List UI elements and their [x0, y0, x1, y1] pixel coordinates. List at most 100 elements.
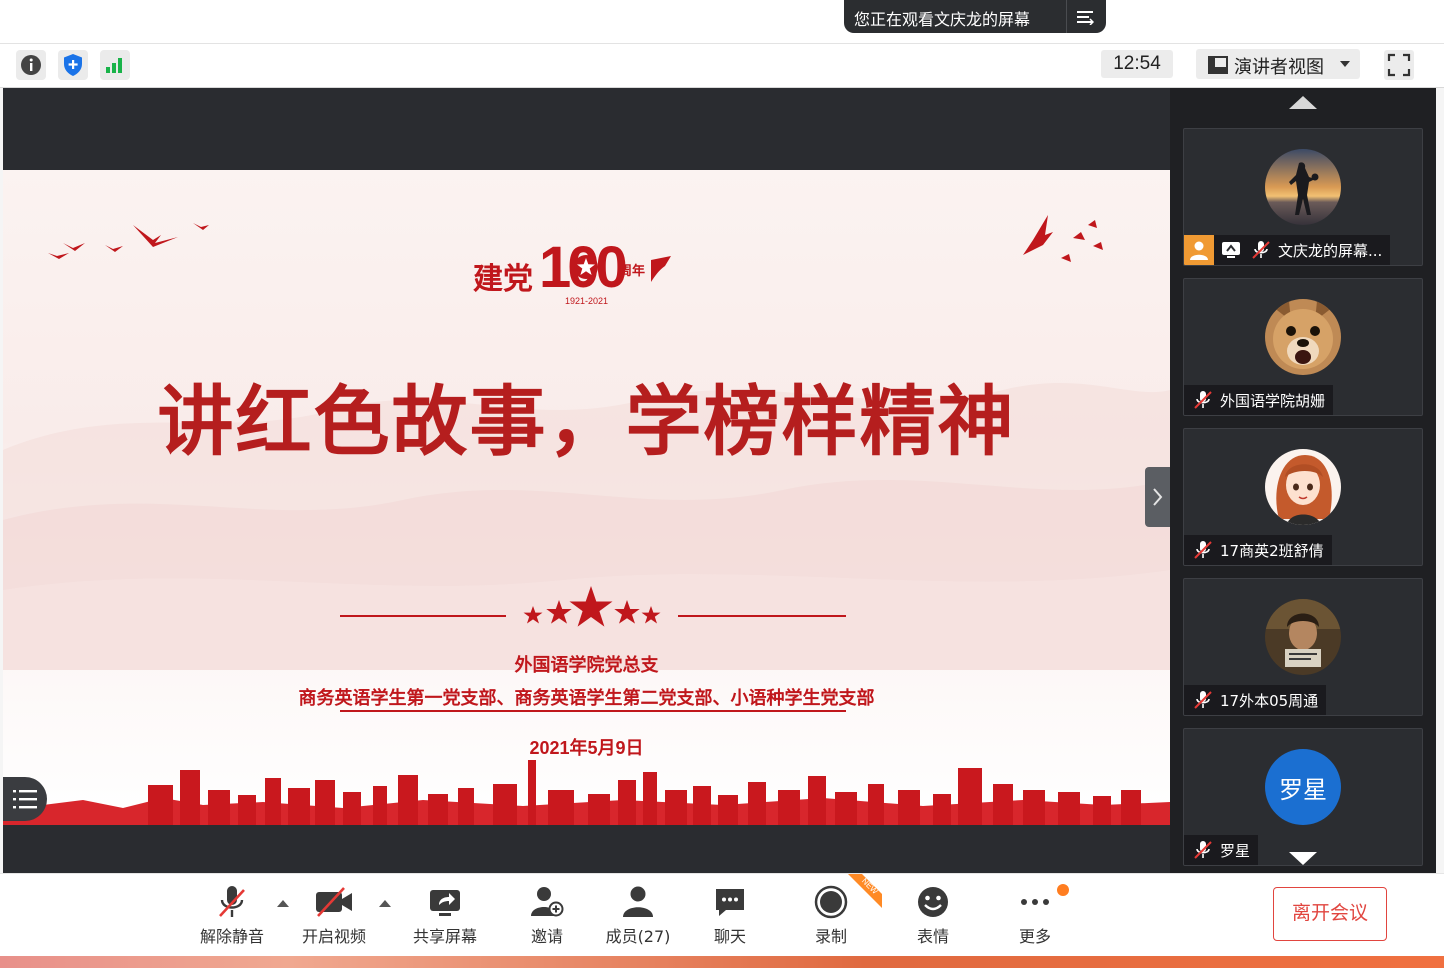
invite-label: 邀请 — [530, 927, 563, 946]
muted-mic-icon — [1194, 391, 1212, 409]
desktop-background-strip — [0, 956, 1444, 968]
info-icon — [21, 55, 41, 75]
participant-card[interactable]: 文庆龙的屏幕... — [1183, 128, 1423, 266]
screen-share-icon — [1222, 242, 1240, 258]
start-video-label: 开启视频 — [301, 927, 366, 946]
logo-text: 建党 — [473, 262, 533, 297]
meeting-window: 您正在观看文庆龙的屏幕 12:54 演讲者视图 建党 周年 1921-2021 … — [0, 0, 1444, 968]
top-strip: 您正在观看文庆龙的屏幕 — [0, 0, 1444, 44]
share-screen-label: 共享屏幕 — [412, 927, 477, 946]
fullscreen-button[interactable] — [1384, 50, 1414, 80]
chat-label: 聊天 — [713, 927, 746, 946]
participant-namebar: 17商英2班舒倩 — [1184, 535, 1332, 565]
emoji-button[interactable]: 表情 — [910, 884, 956, 948]
participant-name: 外国语学院胡姗 — [1220, 391, 1326, 410]
muted-mic-icon — [1194, 691, 1212, 709]
record-icon — [814, 885, 848, 919]
members-icon — [623, 886, 653, 917]
org-line-1: 外国语学院党总支 — [514, 655, 659, 676]
participant-name: 罗星 — [1220, 841, 1251, 860]
bottom-control-bar: 解除静音 开启视频 共享屏幕 邀请 成员(27) 聊天 录制 NEW 表情 更多… — [0, 873, 1444, 956]
fullscreen-icon — [1387, 53, 1411, 77]
signal-icon — [106, 58, 122, 73]
view-mode-dropdown[interactable]: 演讲者视图 — [1196, 49, 1360, 79]
participant-name: 17外本05周通 — [1220, 691, 1319, 710]
title-divider-right — [678, 615, 846, 617]
muted-mic-icon — [219, 886, 245, 917]
avatar — [1265, 149, 1341, 225]
participant-gallery: 文庆龙的屏幕... 外国语学院胡姗 17商英2班舒倩 17外本05周通 罗星 罗… — [1170, 88, 1436, 873]
meeting-clock: 12:54 — [1101, 50, 1173, 78]
star-icon — [574, 255, 598, 279]
participant-card[interactable]: 罗星 罗星 — [1183, 728, 1423, 866]
org-underline — [340, 710, 846, 712]
emoji-label: 表情 — [916, 927, 949, 946]
host-icon — [1184, 235, 1214, 265]
logo-suffix: 周年 — [619, 264, 646, 279]
record-label: 录制 — [814, 927, 847, 946]
chevron-down-icon — [1340, 61, 1350, 67]
birds-left-decoration — [48, 223, 209, 259]
collapse-panel-button[interactable] — [1145, 467, 1170, 527]
leave-meeting-button[interactable]: 离开会议 — [1273, 887, 1387, 941]
avatar — [1265, 299, 1341, 375]
members-button[interactable]: 成员(27) — [602, 884, 674, 948]
network-button[interactable] — [100, 50, 130, 80]
participant-namebar: 文庆龙的屏幕... — [1184, 235, 1391, 265]
slide-title: 讲红色故事，学榜样精神 — [157, 377, 1016, 466]
chat-icon — [716, 889, 744, 916]
presentation-slide: 建党 100 周年 1921-2021 讲红色故事，学榜样精神 — [3, 170, 1170, 825]
screen-share-banner[interactable]: 您正在观看文庆龙的屏幕 — [844, 0, 1106, 33]
video-options-caret[interactable] — [379, 900, 391, 907]
more-icon — [1021, 899, 1049, 905]
participant-name: 文庆龙的屏幕... — [1278, 241, 1383, 260]
add-user-icon — [531, 887, 564, 917]
participant-namebar: 罗星 — [1184, 835, 1259, 865]
list-icon — [13, 790, 37, 809]
participant-name: 17商英2班舒倩 — [1220, 541, 1324, 560]
chevron-right-icon — [1153, 488, 1163, 506]
video-off-icon — [316, 887, 352, 917]
info-button[interactable] — [16, 50, 46, 80]
shared-screen-area: 建党 100 周年 1921-2021 讲红色故事，学榜样精神 — [3, 88, 1170, 873]
party-centenary-logo: 建党 100 周年 1921-2021 — [469, 235, 689, 312]
participant-card[interactable]: 17外本05周通 — [1183, 578, 1423, 716]
layout-icon — [1208, 56, 1228, 74]
avatar — [1265, 449, 1341, 525]
stars-decoration — [523, 586, 661, 627]
scroll-up-icon[interactable] — [1289, 96, 1317, 109]
logo-years: 1921-2021 — [565, 296, 609, 306]
audio-options-caret[interactable] — [277, 900, 289, 907]
scroll-down-icon[interactable] — [1289, 852, 1317, 865]
city-skyline-decoration — [3, 760, 1170, 825]
more-label: 更多 — [1018, 927, 1051, 946]
muted-mic-icon — [1194, 841, 1212, 859]
banner-divider — [1066, 0, 1067, 33]
view-mode-label: 演讲者视图 — [1234, 57, 1324, 78]
unmute-button[interactable]: 解除静音 — [196, 884, 268, 948]
avatar: 罗星 — [1265, 749, 1341, 825]
list-menu-icon[interactable] — [1076, 9, 1094, 25]
members-label: 成员(27) — [605, 927, 671, 946]
unmute-label: 解除静音 — [199, 927, 264, 946]
slide-list-toggle[interactable] — [3, 777, 47, 821]
more-button[interactable]: 更多 — [1012, 884, 1058, 948]
participant-card[interactable]: 17商英2班舒倩 — [1183, 428, 1423, 566]
invite-button[interactable]: 邀请 — [522, 884, 572, 948]
shield-icon — [64, 54, 82, 76]
org-line-2: 商务英语学生第一党支部、商务英语学生第二党支部、小语种学生党支部 — [298, 688, 875, 709]
security-button[interactable] — [58, 50, 88, 80]
participant-card[interactable]: 外国语学院胡姗 — [1183, 278, 1423, 416]
meeting-toolbar: 12:54 演讲者视图 — [0, 44, 1444, 88]
participant-namebar: 17外本05周通 — [1184, 685, 1327, 715]
birds-right-decoration — [1023, 215, 1103, 262]
start-video-button[interactable]: 开启视频 — [298, 884, 370, 948]
notification-dot — [1057, 884, 1069, 896]
logo-flag-icon — [651, 256, 671, 282]
new-badge-icon: NEW — [848, 874, 882, 908]
title-divider-left — [340, 615, 506, 617]
muted-mic-icon — [1252, 241, 1270, 259]
chat-button[interactable]: 聊天 — [707, 884, 753, 948]
avatar — [1265, 599, 1341, 675]
share-screen-button[interactable]: 共享屏幕 — [408, 884, 482, 948]
